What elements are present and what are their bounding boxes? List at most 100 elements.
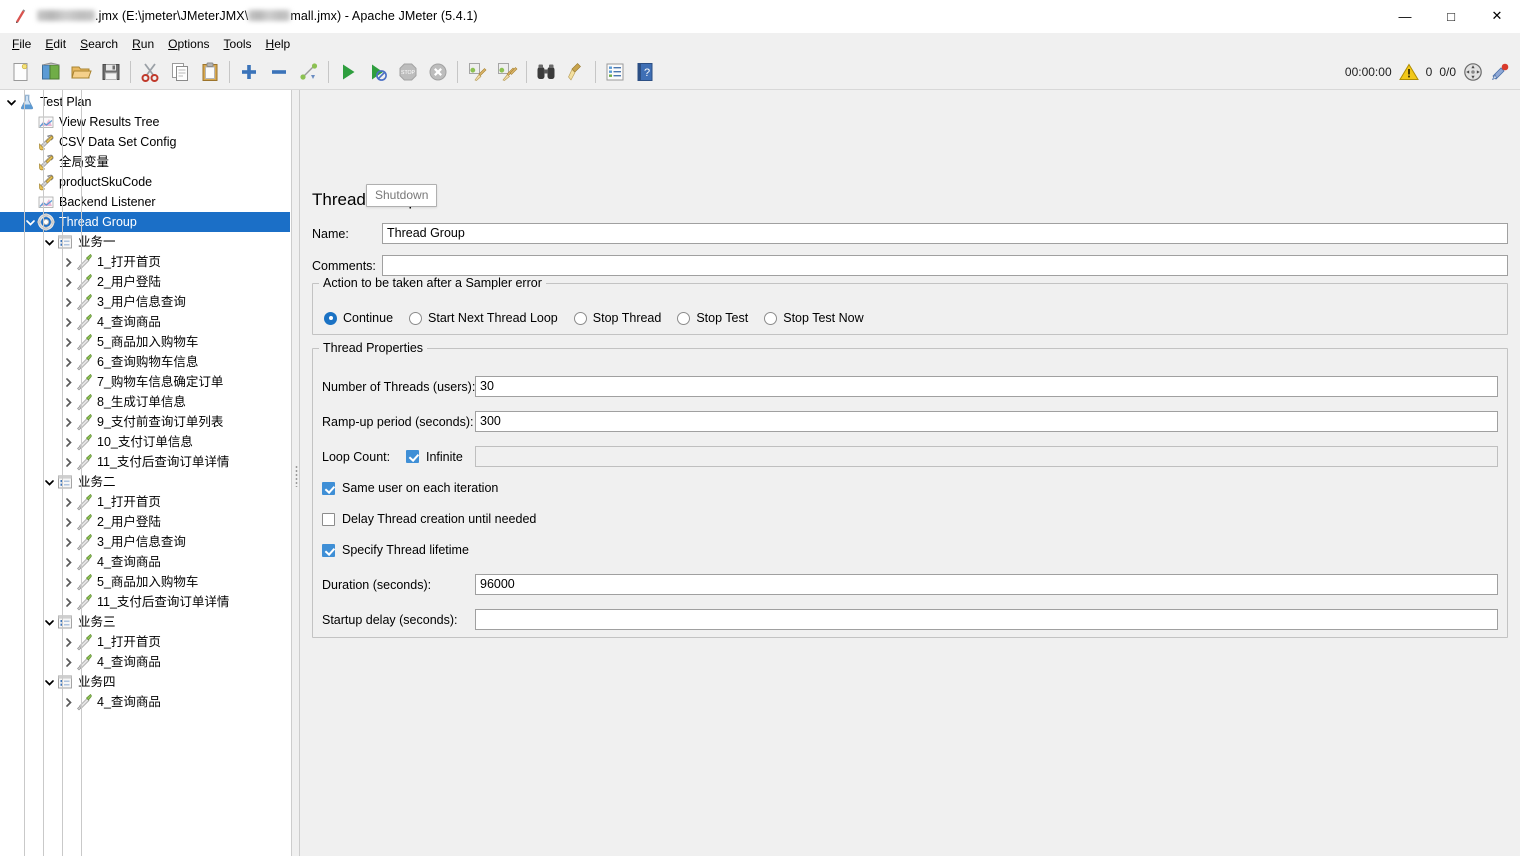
save-button[interactable] bbox=[96, 57, 126, 87]
minimize-button[interactable]: — bbox=[1382, 0, 1428, 33]
toolbar: STOP ? 00:00:00 0 0/0 bbox=[0, 55, 1520, 90]
radio-continue[interactable]: Continue bbox=[324, 311, 393, 325]
infinite-checkbox-wrap[interactable]: Infinite bbox=[406, 450, 475, 464]
radio-stop-test-now-indicator[interactable] bbox=[764, 311, 778, 325]
chevron-right-icon[interactable] bbox=[61, 352, 75, 372]
shutdown-button[interactable] bbox=[423, 57, 453, 87]
reset-search-button[interactable] bbox=[561, 57, 591, 87]
chevron-right-icon[interactable] bbox=[61, 412, 75, 432]
http-sampler-icon bbox=[75, 393, 93, 411]
clear-button[interactable] bbox=[462, 57, 492, 87]
menu-edit[interactable]: Edit bbox=[38, 35, 73, 53]
menu-tools[interactable]: Tools bbox=[217, 35, 259, 53]
chevron-right-icon[interactable] bbox=[61, 332, 75, 352]
menu-help[interactable]: Help bbox=[259, 35, 298, 53]
chevron-down-icon[interactable] bbox=[42, 472, 56, 492]
test-plan-tree-pane[interactable]: Test Plan View Results Tree CSV Data Set C… bbox=[0, 90, 291, 859]
specify-lifetime-checkbox[interactable] bbox=[322, 543, 335, 557]
specify-lifetime-row[interactable]: Specify Thread lifetime bbox=[322, 543, 469, 557]
maximize-icon: □ bbox=[1447, 8, 1455, 24]
function-helper-button[interactable] bbox=[600, 57, 630, 87]
chevron-down-icon[interactable] bbox=[42, 612, 56, 632]
chevron-right-icon[interactable] bbox=[61, 292, 75, 312]
chevron-right-icon[interactable] bbox=[61, 552, 75, 572]
help-button[interactable]: ? bbox=[630, 57, 660, 87]
radio-stop-thread[interactable]: Stop Thread bbox=[573, 311, 661, 325]
clear-all-button[interactable] bbox=[492, 57, 522, 87]
delay-thread-row[interactable]: Delay Thread creation until needed bbox=[322, 512, 536, 526]
chevron-right-icon[interactable] bbox=[61, 692, 75, 712]
http-sampler-icon bbox=[75, 413, 93, 431]
rampup-row: Ramp-up period (seconds): 300 bbox=[322, 411, 1498, 432]
close-button[interactable]: ✕ bbox=[1474, 0, 1520, 33]
chevron-right-icon[interactable] bbox=[61, 272, 75, 292]
chevron-down-icon[interactable] bbox=[42, 672, 56, 692]
cut-button[interactable] bbox=[135, 57, 165, 87]
start-button[interactable] bbox=[333, 57, 363, 87]
chevron-down-icon[interactable] bbox=[42, 232, 56, 252]
window-title-suffix: .jmx (E:\jmeter\JMeterJMX\ bbox=[95, 9, 249, 23]
window-title-mid: mall.jmx) - Apache JMeter (5.4.1) bbox=[290, 9, 478, 23]
name-input[interactable]: Thread Group bbox=[382, 223, 1508, 244]
window-controls: — □ ✕ bbox=[1382, 0, 1520, 33]
help-book-icon: ? bbox=[637, 63, 653, 81]
thread-group-icon bbox=[37, 213, 55, 231]
chevron-right-icon[interactable] bbox=[61, 252, 75, 272]
start-no-pauses-button[interactable] bbox=[363, 57, 393, 87]
comments-input[interactable] bbox=[382, 255, 1508, 276]
splitter-grip-icon[interactable] bbox=[295, 465, 298, 487]
chevron-down-icon[interactable] bbox=[23, 212, 37, 232]
new-button[interactable] bbox=[6, 57, 36, 87]
toolbar-status: 00:00:00 0 0/0 bbox=[1345, 62, 1520, 82]
chevron-right-icon[interactable] bbox=[61, 312, 75, 332]
paste-button[interactable] bbox=[195, 57, 225, 87]
chevron-right-icon[interactable] bbox=[61, 492, 75, 512]
chevron-right-icon[interactable] bbox=[61, 572, 75, 592]
rampup-input[interactable]: 300 bbox=[475, 411, 1498, 432]
expand-all-button[interactable] bbox=[234, 57, 264, 87]
radio-continue-indicator[interactable] bbox=[324, 311, 337, 325]
chevron-right-icon[interactable] bbox=[61, 512, 75, 532]
radio-stop-test[interactable]: Stop Test bbox=[677, 311, 748, 325]
chevron-right-icon[interactable] bbox=[61, 392, 75, 412]
chevron-right-icon[interactable] bbox=[61, 532, 75, 552]
chevron-right-icon[interactable] bbox=[61, 592, 75, 612]
radio-stop-test-indicator[interactable] bbox=[677, 311, 691, 325]
radio-start-next-thread-loop[interactable]: Start Next Thread Loop bbox=[409, 311, 558, 325]
chevron-right-icon[interactable] bbox=[61, 372, 75, 392]
search-button[interactable] bbox=[531, 57, 561, 87]
pane-splitter[interactable] bbox=[291, 90, 300, 859]
delay-thread-checkbox[interactable] bbox=[322, 512, 335, 526]
stop-sign-icon: STOP bbox=[399, 63, 417, 81]
radio-stop-thread-indicator[interactable] bbox=[573, 311, 587, 325]
copy-button[interactable] bbox=[165, 57, 195, 87]
toggle-button[interactable] bbox=[294, 57, 324, 87]
collapse-all-button[interactable] bbox=[264, 57, 294, 87]
toolbar-separator-1 bbox=[130, 61, 131, 83]
stop-button[interactable]: STOP bbox=[393, 57, 423, 87]
infinite-checkbox[interactable] bbox=[406, 450, 419, 463]
config-element-icon bbox=[37, 133, 55, 151]
chevron-down-icon[interactable] bbox=[4, 92, 18, 112]
same-user-checkbox[interactable] bbox=[322, 481, 335, 495]
num-threads-input[interactable]: 30 bbox=[475, 376, 1498, 397]
templates-button[interactable] bbox=[36, 57, 66, 87]
radio-stop-test-now[interactable]: Stop Test Now bbox=[764, 311, 864, 325]
chevron-right-icon[interactable] bbox=[61, 452, 75, 472]
startup-delay-input[interactable] bbox=[475, 609, 1498, 630]
menu-search[interactable]: Search bbox=[73, 35, 125, 53]
chevron-right-icon[interactable] bbox=[61, 432, 75, 452]
same-user-row[interactable]: Same user on each iteration bbox=[322, 481, 498, 495]
menu-run[interactable]: Run bbox=[125, 35, 161, 53]
tree-guide-line bbox=[24, 90, 25, 859]
duration-input[interactable]: 96000 bbox=[475, 574, 1498, 595]
config-element-icon bbox=[37, 173, 55, 191]
maximize-button[interactable]: □ bbox=[1428, 0, 1474, 33]
chevron-right-icon[interactable] bbox=[61, 652, 75, 672]
open-button[interactable] bbox=[66, 57, 96, 87]
chevron-right-icon[interactable] bbox=[61, 632, 75, 652]
menu-options[interactable]: Options bbox=[161, 35, 216, 53]
radio-start-next-thread-loop-indicator[interactable] bbox=[409, 311, 423, 325]
menu-file[interactable]: File bbox=[5, 35, 38, 53]
